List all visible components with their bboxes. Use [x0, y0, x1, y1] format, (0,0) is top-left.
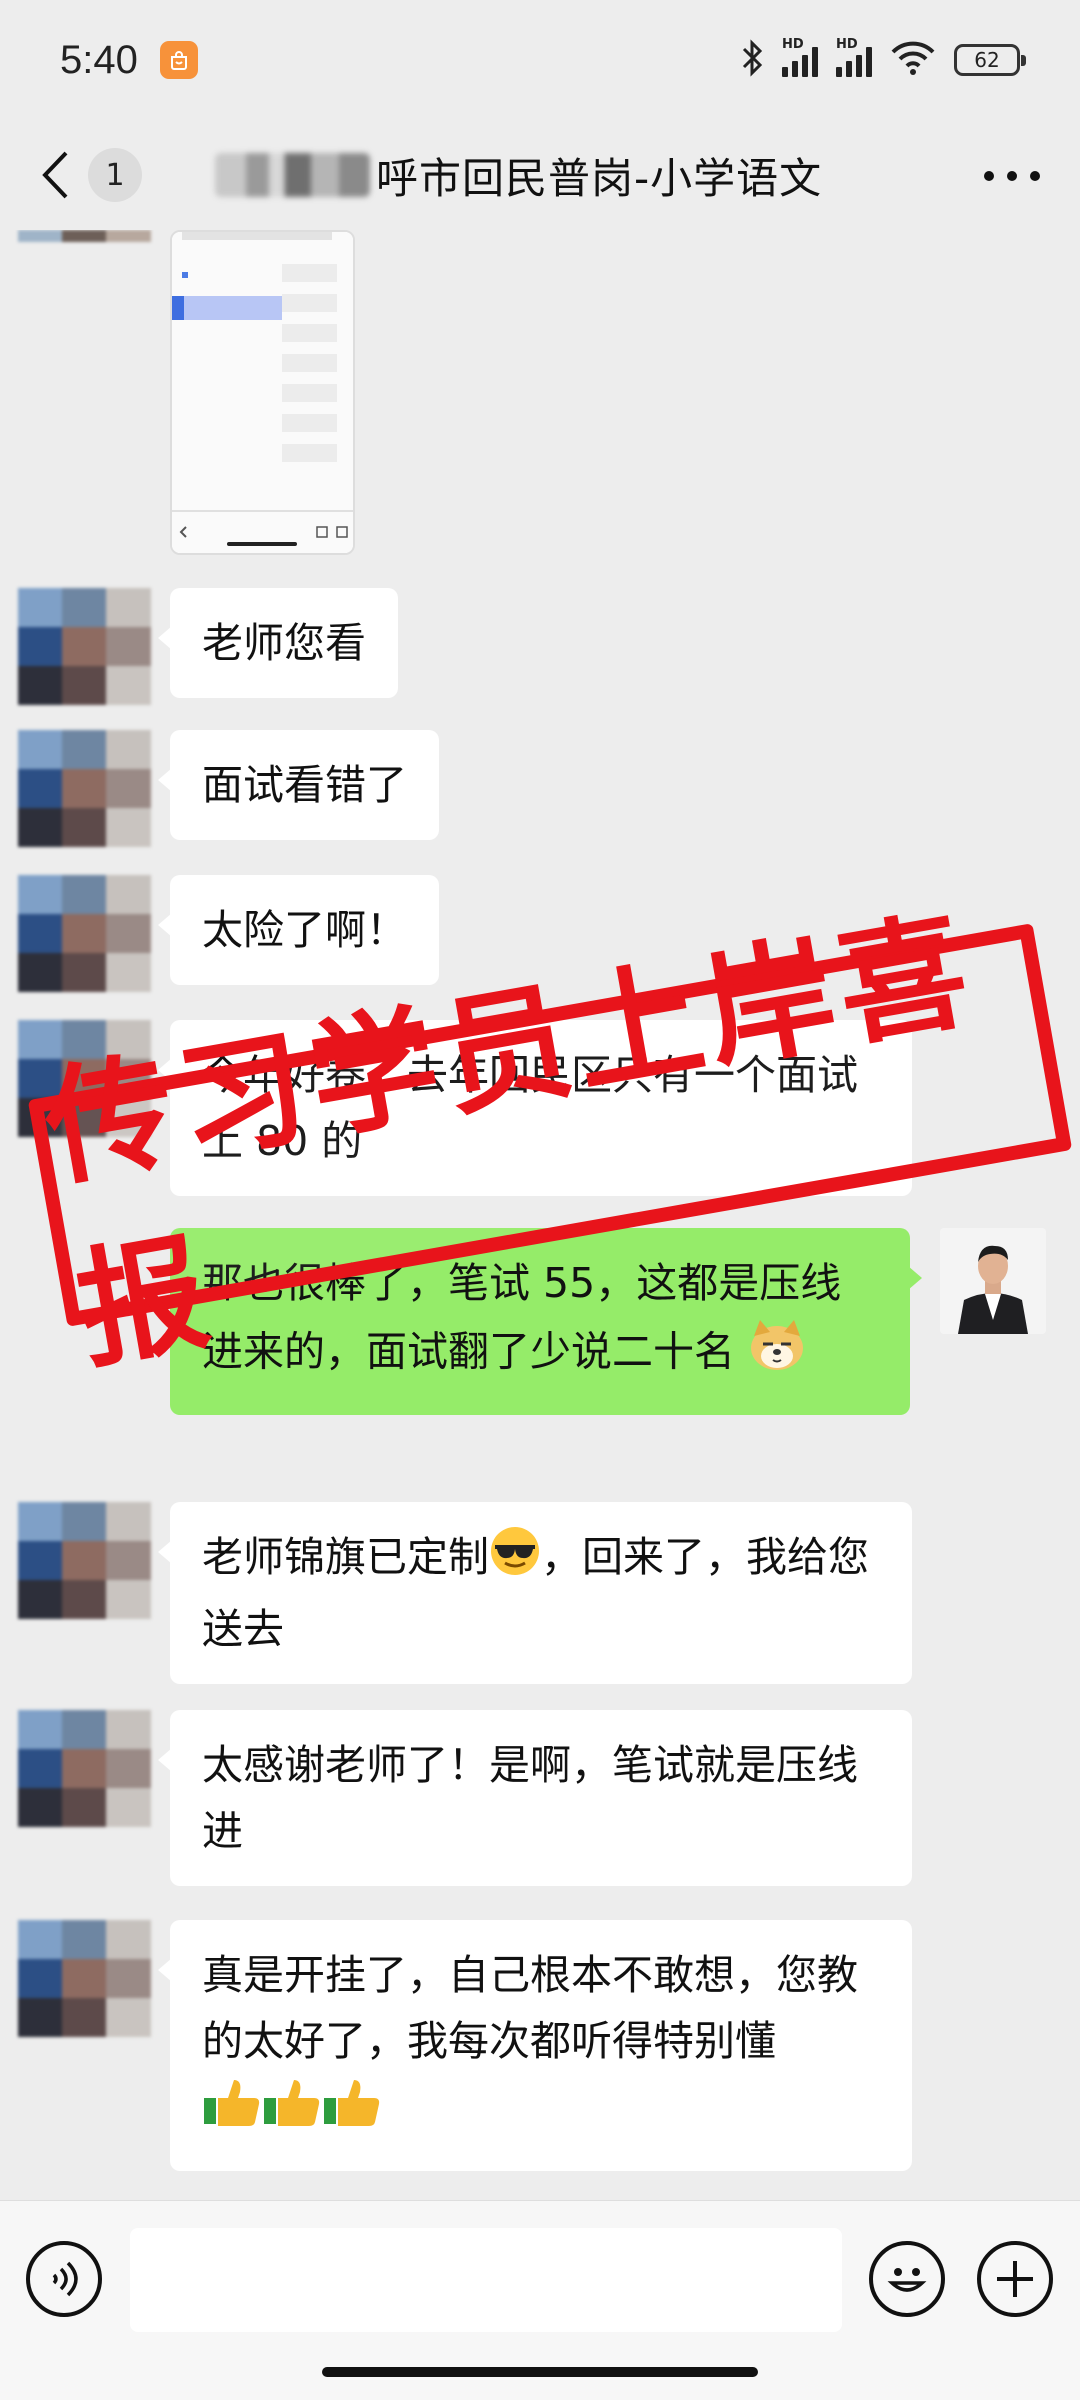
avatar[interactable] [18, 1502, 152, 1620]
back-arrow-icon [42, 151, 68, 199]
blurred-group-name [215, 153, 370, 197]
status-bar: 5:40 HD HD 62 [0, 0, 1080, 120]
signal-hd-icon: HD [782, 37, 818, 77]
hd-label: HD [782, 37, 804, 52]
message-text: 太险了啊！ [202, 906, 407, 954]
status-time: 5:40 [60, 37, 138, 82]
avatar[interactable] [18, 1710, 152, 1828]
emoji-button[interactable] [869, 2241, 945, 2317]
avatar[interactable] [18, 1920, 152, 2038]
message-bubble[interactable]: 面试看错了 [158, 730, 439, 840]
plus-button[interactable] [977, 2241, 1053, 2317]
signal-hd-icon: HD [836, 37, 872, 77]
cool-sunglasses-emoji [489, 1525, 541, 1596]
message-bubble[interactable]: 真是开挂了，自己根本不敢想，您教的太好了，我每次都听得特别懂 [158, 1920, 912, 2171]
plus-icon [997, 2261, 1033, 2297]
message-text: 太感谢老师了！是啊，笔试就是压线进 [202, 1741, 858, 1855]
more-icon [984, 171, 994, 181]
doge-emoji [748, 1316, 806, 1393]
message-bubble[interactable]: 老师您看 [158, 588, 398, 698]
avatar[interactable] [18, 875, 152, 993]
thumbs-up-emoji [202, 2074, 382, 2149]
bluetooth-icon [740, 39, 764, 81]
message-text: 面试看错了 [202, 761, 407, 809]
message-input[interactable] [130, 2228, 842, 2332]
chat-header: 1 呼市回民普岗-小学语文 [0, 120, 1080, 230]
avatar[interactable] [18, 230, 152, 266]
battery-level: 62 [974, 48, 1000, 72]
message-text: 真是开挂了，自己根本不敢想，您教的太好了，我每次都听得特别懂 [202, 1951, 858, 2065]
chat-title: 呼市回民普岗-小学语文 [376, 153, 823, 203]
unread-count-badge[interactable]: 1 [88, 148, 142, 202]
message-text: 老师您看 [202, 619, 366, 667]
emoji-icon [887, 2268, 927, 2292]
wifi-icon [890, 40, 936, 80]
back-button[interactable] [40, 142, 80, 208]
home-indicator[interactable] [322, 2367, 758, 2377]
voice-button[interactable] [26, 2241, 102, 2317]
voice-icon [52, 2261, 78, 2297]
person-icon [940, 1228, 1046, 1334]
message-bubble[interactable]: 太感谢老师了！是啊，笔试就是压线进 [158, 1710, 912, 1886]
hd-label: HD [836, 37, 858, 52]
image-message[interactable] [170, 230, 355, 555]
more-button[interactable] [984, 156, 1040, 196]
chat-title-wrap[interactable]: 呼市回民普岗-小学语文 [215, 142, 822, 208]
avatar[interactable] [18, 588, 152, 706]
app-notification-icon [159, 41, 198, 79]
message-bubble[interactable]: 老师锦旗已定制 ，回来了，我给您送去 [158, 1502, 912, 1684]
battery-icon: 62 [954, 44, 1026, 76]
screenshot-thumbnail [172, 232, 353, 553]
message-text: 老师锦旗已定制 [202, 1533, 489, 1581]
my-avatar[interactable] [940, 1228, 1046, 1334]
avatar[interactable] [18, 730, 152, 848]
